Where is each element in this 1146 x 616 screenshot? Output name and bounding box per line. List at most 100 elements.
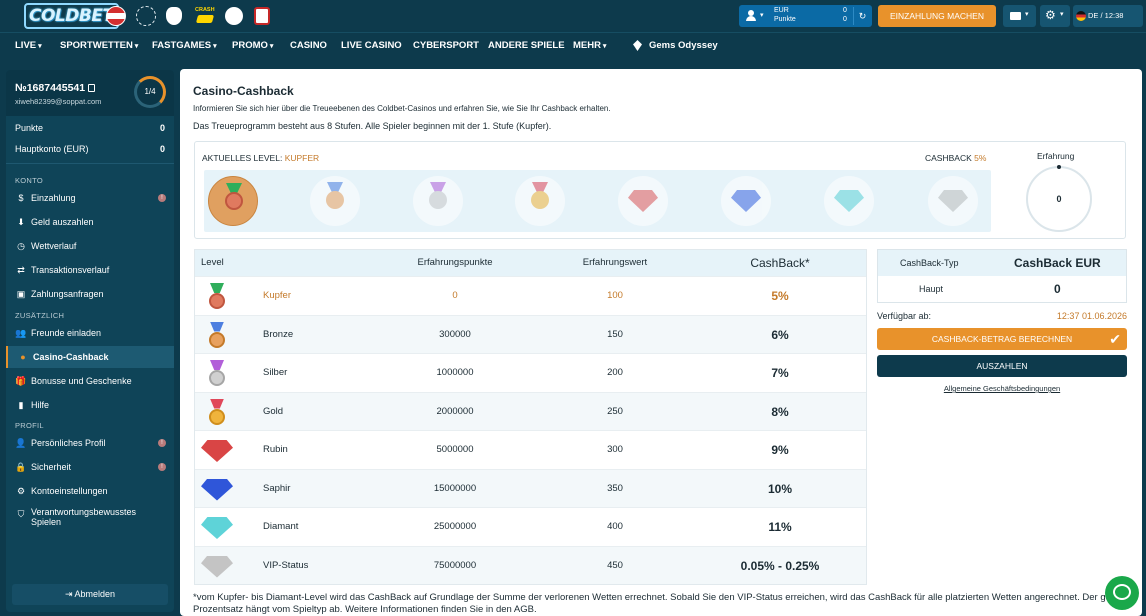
sidebar-item-label: Bonusse und Geschenke [31, 376, 132, 386]
available-label: Verfügbar ab: [877, 311, 932, 321]
cashback-content: Casino-Cashback Informieren Sie sich hie… [180, 69, 1142, 616]
messages-button[interactable]: ▾ [1003, 5, 1036, 27]
sidebar-item-casino-cashback[interactable]: ● Casino-Cashback [6, 346, 174, 368]
calculate-cashback-button[interactable]: CASHBACK-BETRAG BERECHNEN ✔ [877, 328, 1127, 350]
refresh-icon[interactable]: ↻ [853, 7, 871, 25]
nav-casino[interactable]: CASINO [290, 40, 327, 51]
level-name: Bronze [263, 328, 294, 340]
chevron-down-icon: ▾ [1060, 11, 1064, 18]
chicken-icon[interactable] [225, 7, 243, 25]
level-name: Gold [263, 405, 284, 417]
mail-icon [1010, 12, 1021, 20]
logout-button[interactable]: ⇥ Abmelden [12, 584, 168, 605]
table-row: Kupfer 0 100 5% [195, 276, 866, 315]
austria-flag-icon[interactable] [106, 6, 126, 26]
sidebar-item-freunde-einladen[interactable]: 👥 Freunde einladen [6, 322, 174, 344]
settings-button[interactable]: ⚙ ▾ [1040, 5, 1070, 27]
sidebar-item-einzahlung[interactable]: $ Einzahlung! [6, 187, 174, 209]
experience-points: 25000000 [433, 521, 477, 532]
balance-widget[interactable]: ▾ EUR 0 Punkte 0 ↻ [739, 5, 872, 27]
terms-link[interactable]: Allgemeine Geschäftsbedingungen [877, 384, 1127, 393]
sidebar-item-sicherheit[interactable]: 🔒 Sicherheit! [6, 456, 174, 478]
nav-label: CASINO [290, 40, 327, 51]
logout-icon: ⇥ [64, 589, 73, 599]
experience-points: 1000000 [436, 367, 474, 378]
sidebar-item-persoenliches-profil[interactable]: 👤 Persönliches Profil! [6, 432, 174, 454]
nav-live[interactable]: LIVE ▾ [15, 40, 42, 51]
dollar-icon: $ [18, 193, 24, 203]
sidebar-item-kontoeinstellungen[interactable]: ⚙ Kontoeinstellungen [6, 480, 174, 502]
sidebar-item-label: Sicherheit [31, 462, 72, 472]
crash-icon[interactable]: CRASH [194, 6, 216, 26]
vip-gem-icon [928, 176, 978, 226]
current-level-value: KUPFER [284, 153, 320, 163]
sidebar-item-bonusse[interactable]: 🎁 Bonusse und Geschenke [6, 370, 174, 392]
chat-button[interactable] [1105, 576, 1139, 610]
sidebar-item-label: Freunde einladen [31, 328, 102, 338]
nav-live-casino[interactable]: LIVE CASINO [341, 40, 402, 51]
gift-icon: 🎁 [15, 375, 27, 386]
cashback-levels-table: Level Erfahrungspunkte Erfahrungswert Ca… [194, 249, 867, 585]
club-crest-icon[interactable] [254, 7, 270, 25]
experience-value: 0 [1056, 194, 1062, 204]
nav-mehr[interactable]: MEHR ▾ [573, 40, 606, 51]
chevron-down-icon: ▾ [211, 43, 217, 50]
experience-label: Erfahrung [1037, 151, 1075, 161]
ruby-gem-icon [618, 176, 668, 226]
experience-ring-marker [1057, 165, 1061, 169]
cashback-rate-value: 5% [974, 153, 987, 163]
footnote-text: *vom Kupfer- bis Diamant-Level wird das … [193, 592, 1133, 615]
premier-league-icon[interactable] [166, 7, 182, 25]
withdraw-icon: ⬇ [17, 216, 25, 227]
sidebar-item-label: Geld auszahlen [31, 217, 94, 227]
balance-value: 0 [843, 7, 847, 14]
top-bar: COLDBET CRASH ▾ EUR 0 Punkte 0 ↻ EINZAHL… [0, 0, 1146, 32]
sidebar-item-hilfe[interactable]: ▮ Hilfe [6, 394, 174, 416]
coldbet-logo[interactable]: COLDBET [24, 3, 119, 29]
section-profil: PROFIL [15, 421, 44, 430]
level-strip [204, 170, 991, 232]
experience-points: 5000000 [436, 444, 474, 455]
cashback-rate: CASHBACK 5% [925, 153, 986, 163]
account-email: xiweh82399@soppat.com [15, 97, 102, 106]
experience-value: 300 [607, 444, 623, 455]
shield-icon: ⛉ [17, 508, 25, 519]
sidebar-item-transaktionsverlauf[interactable]: ⇄ Transaktionsverlauf [6, 259, 174, 281]
current-level: AKTUELLES LEVEL: KUPFER [202, 153, 319, 163]
nav-sportwetten[interactable]: SPORTWETTEN ▾ [60, 40, 138, 51]
experience-points: 300000 [439, 328, 471, 340]
sidebar-item-wettverlauf[interactable]: ◷ Wettverlauf [6, 235, 174, 257]
sidebar-item-verantwortungsbewusstes-spielen[interactable]: ⛉ Verantwortungsbewusstes Spielen [6, 506, 174, 532]
level-name: Rubin [263, 444, 288, 455]
nav-promo[interactable]: PROMO ▾ [232, 40, 273, 51]
payout-button[interactable]: AUSZAHLEN [877, 355, 1127, 377]
notification-badge: ! [158, 194, 166, 202]
chevron-down-icon: ▾ [760, 12, 764, 19]
cashback-value: 7% [771, 366, 789, 380]
vip-gem-icon [201, 555, 233, 578]
sidebar-item-geld-auszahlen[interactable]: ⬇ Geld auszahlen [6, 211, 174, 233]
level-name: Saphir [263, 482, 291, 494]
cashback-type-box: CashBack-Typ CashBack EUR Haupt 0 [877, 249, 1127, 303]
nav-label: FASTGAMES [152, 40, 212, 51]
cashback-value: 11% [768, 520, 792, 534]
nav-andere-spiele[interactable]: ANDERE SPIELE [488, 40, 565, 51]
nav-label: PROMO [232, 40, 268, 51]
language-time-button[interactable]: DE / 12:38 [1073, 5, 1143, 27]
silver-medal-icon [413, 176, 463, 226]
champions-league-icon[interactable] [136, 6, 156, 26]
nav-cybersport[interactable]: CYBERSPORT [413, 40, 479, 51]
main-account-label: Hauptkonto (EUR) [15, 144, 89, 154]
nav-gems-odyssey[interactable]: Gems Odyssey [633, 40, 718, 51]
bronze-medal-icon [310, 176, 360, 226]
level-name: Silber [263, 367, 288, 378]
copy-icon[interactable] [88, 84, 96, 93]
nav-fastgames[interactable]: FASTGAMES ▾ [152, 40, 217, 51]
chat-bubble-icon [1113, 584, 1131, 600]
cashback-value: 10% [767, 481, 793, 496]
cashback-value: 6% [771, 327, 789, 342]
sidebar-item-label: Hilfe [31, 400, 50, 410]
cashback-value: 9% [771, 443, 789, 457]
sidebar-item-zahlungsanfragen[interactable]: ▣ Zahlungsanfragen [6, 283, 174, 305]
deposit-button[interactable]: EINZAHLUNG MACHEN [878, 5, 996, 27]
